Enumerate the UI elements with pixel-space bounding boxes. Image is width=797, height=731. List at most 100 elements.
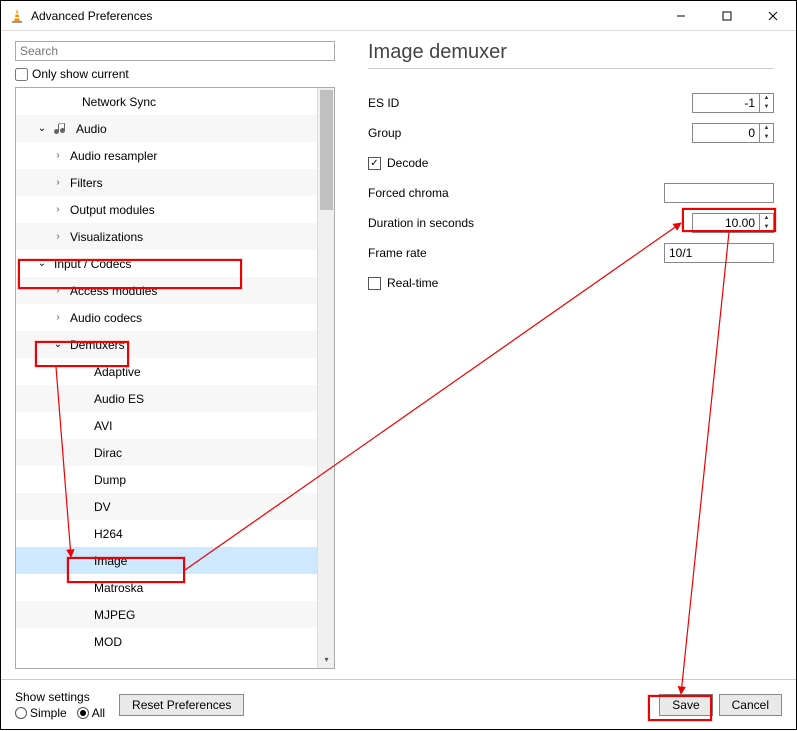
tree-item-label: Dump (94, 473, 126, 487)
tree-item-audio-codecs[interactable]: › Audio codecs (16, 304, 334, 331)
chevron-down-icon: ⌄ (36, 258, 48, 269)
tree-item-label: Network Sync (82, 95, 156, 109)
tree-item-label: Adaptive (94, 365, 141, 379)
tree-item-label: Matroska (94, 581, 143, 595)
field-frame-rate: Frame rate (368, 243, 774, 263)
chevron-right-icon: › (52, 150, 64, 161)
tree-item-label: Dirac (94, 446, 122, 460)
field-realtime: Real-time (368, 273, 774, 293)
tree-item-output-modules[interactable]: ›Output modules (16, 196, 334, 223)
window-title: Advanced Preferences (31, 9, 658, 23)
radio-simple[interactable]: Simple (15, 706, 67, 720)
group-input[interactable]: ▲▼ (692, 123, 774, 143)
decode-label: Decode (387, 156, 428, 170)
audio-icon (54, 121, 70, 137)
chevron-right-icon: › (52, 285, 64, 296)
tree-item-network-sync[interactable]: Network Sync (16, 88, 334, 115)
only-show-current-checkbox[interactable]: Only show current (15, 67, 346, 81)
title-bar: Advanced Preferences (1, 1, 796, 31)
tree-item-label: Access modules (70, 284, 157, 298)
tree-item-label: Visualizations (70, 230, 143, 244)
minimize-button[interactable] (658, 1, 704, 31)
tree-item-dirac[interactable]: Dirac (16, 439, 334, 466)
tree-item-adaptive[interactable]: Adaptive (16, 358, 334, 385)
only-show-current-label: Only show current (32, 67, 129, 81)
tree-item-label: MOD (94, 635, 122, 649)
realtime-checkbox[interactable]: Real-time (368, 276, 438, 290)
tree-item-matroska[interactable]: Matroska (16, 574, 334, 601)
forced-chroma-input[interactable] (664, 183, 774, 203)
show-settings-label: Show settings (15, 690, 105, 704)
frame-rate-label: Frame rate (368, 246, 568, 260)
tree-item-label: Filters (70, 176, 103, 190)
tree-item-label: Input / Codecs (54, 257, 131, 271)
scroll-down-icon[interactable]: ▾ (318, 651, 335, 668)
tree-item-visualizations[interactable]: › Visualizations (16, 223, 334, 250)
duration-value[interactable] (693, 214, 759, 232)
duration-spinner[interactable]: ▲▼ (759, 214, 773, 232)
group-spinner[interactable]: ▲▼ (759, 124, 773, 142)
es-id-spinner[interactable]: ▲▼ (759, 94, 773, 112)
settings-tree: Network Sync⌄Audio›Audio resampler›Filte… (15, 87, 335, 669)
tree-item-image[interactable]: Image (16, 547, 334, 574)
tree-item-mod[interactable]: MOD (16, 628, 334, 655)
close-button[interactable] (750, 1, 796, 31)
tree-scrollbar[interactable]: ▴ ▾ (317, 88, 334, 668)
tree-item-label: MJPEG (94, 608, 135, 622)
tree-item-input-codecs[interactable]: ⌄ Input / Codecs (16, 250, 334, 277)
tree-item-audio-resampler[interactable]: › Audio resampler (16, 142, 334, 169)
duration-input[interactable]: ▲▼ (692, 213, 774, 233)
field-duration: Duration in seconds ▲▼ (368, 213, 774, 233)
chevron-down-icon: ⌄ (36, 123, 48, 134)
tree-item-label: Image (94, 554, 127, 568)
section-divider (368, 68, 774, 69)
tree-item-label: Audio resampler (70, 149, 157, 163)
realtime-check-icon (368, 277, 381, 290)
tree-item-label: DV (94, 500, 111, 514)
tree-item-avi[interactable]: AVI (16, 412, 334, 439)
tree-item-label: Audio codecs (70, 311, 142, 325)
scroll-thumb[interactable] (320, 90, 333, 210)
decode-check-icon: ✓ (368, 157, 381, 170)
section-title: Image demuxer (368, 41, 774, 64)
field-decode: ✓ Decode (368, 153, 774, 173)
realtime-label: Real-time (387, 276, 438, 290)
tree-item-audio-es[interactable]: Audio ES (16, 385, 334, 412)
tree-item-label: Demuxers (70, 338, 125, 352)
group-label: Group (368, 126, 568, 140)
field-es-id: ES ID ▲▼ (368, 93, 774, 113)
tree-item-dump[interactable]: Dump (16, 466, 334, 493)
footer: Show settings Simple All Reset Preferenc… (1, 679, 796, 729)
tree-item-access-modules[interactable]: › Access modules (16, 277, 334, 304)
tree-item-label: Audio ES (94, 392, 144, 406)
es-id-label: ES ID (368, 96, 568, 110)
tree-item-mjpeg[interactable]: MJPEG (16, 601, 334, 628)
only-show-current-box[interactable] (15, 68, 28, 81)
duration-label: Duration in seconds (368, 216, 568, 230)
show-settings-group: Show settings Simple All (15, 690, 105, 720)
es-id-input[interactable]: ▲▼ (692, 93, 774, 113)
chevron-right-icon: › (52, 312, 64, 323)
maximize-button[interactable] (704, 1, 750, 31)
left-panel: Only show current Network Sync ⌄Audio › Aud… (1, 31, 346, 679)
chevron-down-icon: ⌄ (52, 339, 64, 350)
chevron-right-icon: › (52, 204, 64, 215)
radio-all[interactable]: All (77, 706, 105, 720)
cancel-button[interactable]: Cancel (719, 694, 782, 716)
save-button[interactable]: Save (659, 694, 712, 716)
es-id-value[interactable] (693, 94, 759, 112)
search-input[interactable] (15, 41, 335, 61)
tree-item-filters[interactable]: ›Filters (16, 169, 334, 196)
group-value[interactable] (693, 124, 759, 142)
field-forced-chroma: Forced chroma (368, 183, 774, 203)
settings-detail-panel: Image demuxer ES ID ▲▼ Group ▲▼ ✓ Decode… (346, 31, 796, 679)
tree-item-demuxers[interactable]: ⌄ Demuxers (16, 331, 334, 358)
decode-checkbox[interactable]: ✓ Decode (368, 156, 428, 170)
chevron-right-icon: › (52, 231, 64, 242)
reset-preferences-button[interactable]: Reset Preferences (119, 694, 244, 716)
tree-item-audio[interactable]: ⌄Audio (16, 115, 334, 142)
frame-rate-input[interactable] (664, 243, 774, 263)
tree-item-h264[interactable]: H264 (16, 520, 334, 547)
tree-item-dv[interactable]: DV (16, 493, 334, 520)
field-group: Group ▲▼ (368, 123, 774, 143)
